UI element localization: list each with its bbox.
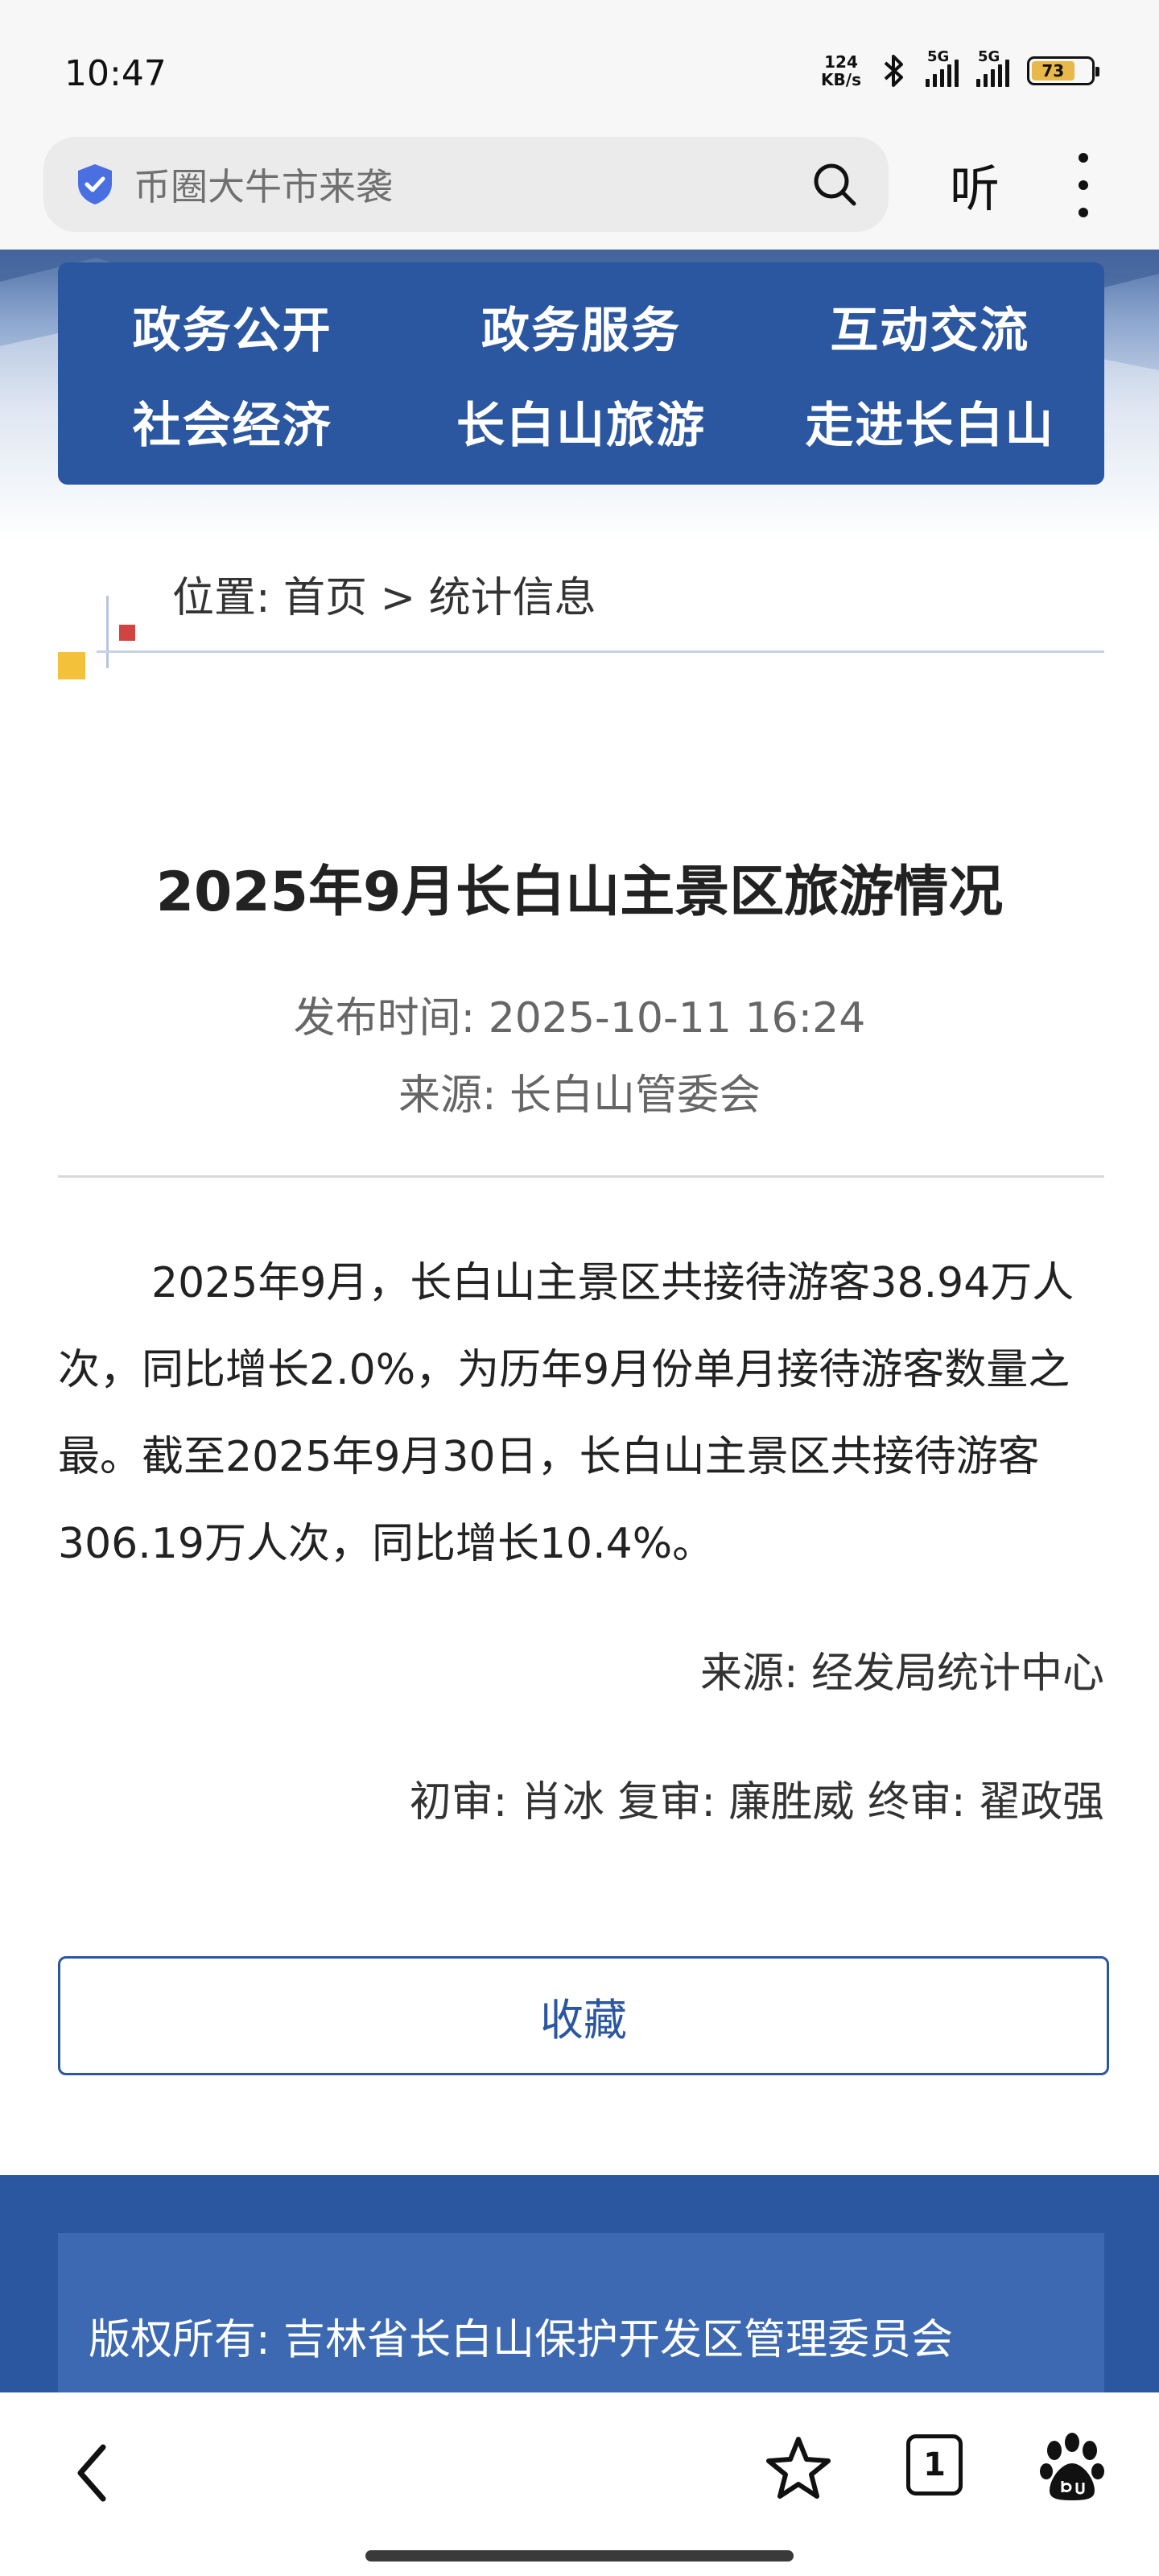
battery-icon: 73	[1027, 56, 1099, 85]
breadcrumb-decor-square	[58, 652, 85, 679]
article-divider	[58, 1175, 1104, 1178]
nav-item-society-economy[interactable]: 社会经济	[58, 374, 406, 469]
publish-time: 发布时间: 2025-10-11 16:24	[293, 994, 866, 1042]
review-info: 初审: 肖冰 复审: 廉胜威 终审: 翟政强	[409, 1778, 1104, 1827]
site-footer: 版权所有: 吉林省长白山保护开发区管理委员会	[0, 2175, 1159, 2392]
article-title: 2025年9月长白山主景区旅游情况	[155, 861, 1004, 924]
signal-label-1: 5G	[927, 48, 950, 65]
breadcrumb-decor-dot	[119, 625, 135, 641]
nav-item-about-changbaishan[interactable]: 走进长白山	[756, 374, 1104, 469]
breadcrumb-divider	[97, 650, 1104, 653]
signal-icon-2: 5G	[976, 48, 1009, 87]
nav-item-government-affairs[interactable]: 政务公开	[58, 279, 406, 374]
baidu-paw-icon[interactable]	[1038, 2431, 1106, 2504]
status-bar: 10:47 124 KB/s 5G 5G 73	[0, 0, 1159, 129]
network-speed-unit: KB/s	[821, 70, 861, 89]
status-time: 10:47	[64, 53, 167, 94]
article-body: 2025年9月，长白山主景区共接待游客38.94万人次，同比增长2.0%，为历年…	[58, 1259, 1074, 1568]
network-speed-value: 124	[824, 52, 858, 72]
more-menu-icon[interactable]	[1067, 153, 1099, 217]
footer-panel: 版权所有: 吉林省长白山保护开发区管理委员会	[58, 2233, 1104, 2392]
back-icon[interactable]	[64, 2433, 121, 2513]
search-icon[interactable]	[811, 161, 858, 208]
statistics-source: 来源: 经发局统计中心	[699, 1649, 1104, 1698]
bluetooth-icon	[884, 55, 903, 87]
nav-item-tourism[interactable]: 长白山旅游	[406, 374, 755, 469]
article-source: 来源: 长白山管委会	[398, 1071, 761, 1120]
search-text: 币圈大牛市来袭	[134, 165, 393, 208]
nav-item-government-services[interactable]: 政务服务	[406, 279, 755, 374]
listen-button[interactable]: 听	[950, 148, 1000, 221]
browser-bottom-nav: 1	[0, 2392, 1159, 2576]
signal-icon-1: 5G	[926, 48, 959, 87]
favorite-button[interactable]: 收藏	[58, 1956, 1109, 2075]
home-indicator[interactable]	[365, 2550, 794, 2562]
breadcrumb-text[interactable]: 位置: 首页 > 统计信息	[172, 564, 596, 624]
search-input[interactable]: 币圈大牛市来袭	[43, 137, 889, 232]
breadcrumb-decor-line	[106, 596, 109, 668]
battery-level: 73	[1032, 61, 1074, 80]
shield-icon	[78, 164, 112, 204]
nav-item-interaction[interactable]: 互动交流	[756, 279, 1104, 374]
breadcrumb: 位置: 首页 > 统计信息	[0, 564, 1159, 684]
bookmark-star-icon[interactable]	[763, 2433, 834, 2504]
browser-toolbar: 币圈大牛市来袭 听	[0, 129, 1159, 250]
status-icons: 124 KB/s 5G 5G 73	[821, 48, 1099, 90]
copyright-text: 版权所有: 吉林省长白山保护开发区管理委员会	[89, 2316, 954, 2364]
main-nav: 政务公开 政务服务 互动交流 社会经济 长白山旅游 走进长白山	[58, 262, 1104, 485]
signal-label-2: 5G	[978, 48, 1000, 65]
tabs-button[interactable]: 1	[906, 2434, 963, 2496]
network-speed: 124 KB/s	[821, 53, 861, 89]
